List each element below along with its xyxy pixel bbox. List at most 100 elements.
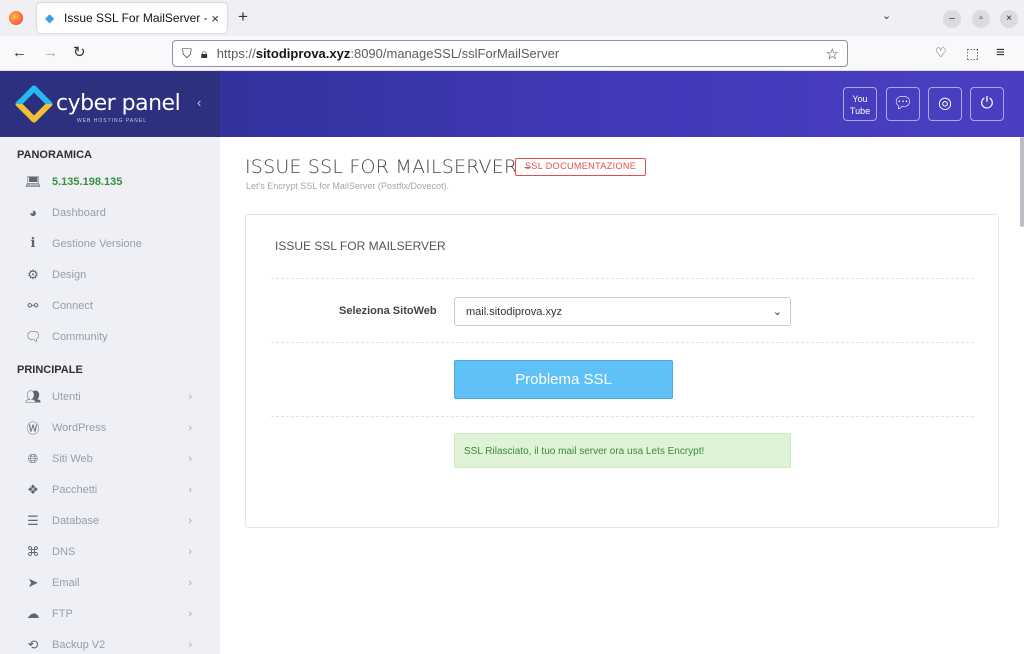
sidebar: PANORAMICA 💻︎ 5.135.198.135 ◕ Dashboard … bbox=[0, 137, 220, 654]
minimize-icon[interactable]: – bbox=[943, 10, 961, 28]
bookmark-star-icon[interactable]: ☆ bbox=[826, 45, 839, 63]
support-icon[interactable]: ◎ bbox=[928, 87, 962, 121]
laptop-icon: 💻︎ bbox=[25, 173, 42, 189]
info-icon: i bbox=[30, 236, 36, 251]
window-close-icon[interactable]: × bbox=[1000, 10, 1018, 28]
sidebar-item-connect[interactable]: ⚯ Connect bbox=[0, 290, 220, 321]
sidebar-item-backup-v2[interactable]: ⟲ Backup V2 › bbox=[0, 629, 220, 654]
sidebar-item-dashboard[interactable]: ◕ Dashboard bbox=[0, 197, 220, 228]
lock-icon[interactable]: 🔒︎ bbox=[201, 46, 208, 62]
browser-tab-bar: ◆ Issue SSL For MailServer - × + ⌄ – ▫ × bbox=[0, 0, 1024, 36]
sidebar-item-label: Community bbox=[52, 330, 108, 343]
issue-ssl-card: ISSUE SSL FOR MAILSERVER Seleziona SitoW… bbox=[245, 214, 999, 528]
page-scrollbar[interactable] bbox=[1020, 137, 1024, 227]
browser-nav-bar: ← → ↻ ⛉ 🔒︎ https://sitodiprova.xyz:8090/… bbox=[0, 36, 1024, 71]
sidebar-item-community[interactable]: 🗨︎ Community bbox=[0, 321, 220, 352]
chevron-right-icon: › bbox=[188, 421, 192, 434]
server-ip: 5.135.198.135 bbox=[52, 175, 123, 188]
url-bar[interactable]: ⛉ 🔒︎ https://sitodiprova.xyz:8090/manage… bbox=[172, 40, 848, 67]
sidebar-item-dns[interactable]: ⌘ DNS › bbox=[0, 536, 220, 567]
sidebar-item-label: Pacchetti bbox=[52, 483, 98, 496]
brand-name: cyber panel bbox=[56, 91, 181, 116]
menu-icon[interactable]: ≡ bbox=[996, 44, 1005, 62]
chevron-right-icon: › bbox=[188, 514, 192, 527]
sidebar-item-email[interactable]: ➤ Email › bbox=[0, 567, 220, 598]
chevron-right-icon: › bbox=[188, 607, 192, 620]
backup-icon: ⟲ bbox=[27, 636, 39, 652]
chevron-down-icon: ⌄ bbox=[772, 306, 782, 318]
cyberpanel-logo-icon bbox=[14, 84, 54, 124]
chevron-right-icon: › bbox=[188, 452, 192, 465]
comments-icon: 🗨︎ bbox=[25, 328, 42, 344]
page: cyber panel WEB HOSTING PANEL ‹ You Tube … bbox=[0, 71, 1024, 654]
sidebar-item-label: FTP bbox=[52, 607, 73, 620]
sidebar-item-label: DNS bbox=[52, 545, 76, 558]
chevron-right-icon: › bbox=[188, 545, 192, 558]
sidebar-item-pacchetti[interactable]: ❖ Pacchetti › bbox=[0, 474, 220, 505]
sidebar-item-database[interactable]: ☰ Database › bbox=[0, 505, 220, 536]
select-website-label: Seleziona SitoWeb bbox=[339, 305, 437, 317]
sidebar-item-utenti[interactable]: 👥︎ Utenti › bbox=[0, 381, 220, 412]
users-icon: 👥︎ bbox=[25, 388, 42, 404]
chevron-right-icon: › bbox=[188, 483, 192, 496]
section-principale: PRINCIPALE bbox=[17, 364, 83, 376]
sidebar-item-label: Connect bbox=[52, 299, 93, 312]
selected-website: mail.sitodiprova.xyz bbox=[466, 306, 562, 318]
back-icon[interactable]: ← bbox=[12, 44, 27, 62]
sidebar-item-wordpress[interactable]: Ⓦ WordPress › bbox=[0, 412, 220, 443]
shield-icon[interactable]: ⛉ bbox=[182, 46, 192, 62]
browser-tab[interactable]: ◆ Issue SSL For MailServer - × bbox=[37, 3, 227, 33]
page-subtitle: Let's Encrypt SSL for MailServer (Postfi… bbox=[246, 181, 449, 191]
cloud-upload-icon: ☁ bbox=[26, 605, 40, 621]
close-tab-icon[interactable]: × bbox=[211, 11, 219, 26]
card-title: ISSUE SSL FOR MAILSERVER bbox=[275, 239, 446, 253]
sidebar-item-label: Database bbox=[52, 514, 100, 527]
divider bbox=[271, 342, 974, 343]
brand[interactable]: cyber panel WEB HOSTING PANEL ‹ bbox=[0, 71, 220, 137]
youtube-icon[interactable]: You Tube bbox=[843, 87, 877, 121]
section-panoramica: PANORAMICA bbox=[17, 149, 92, 161]
sidebar-collapse-icon[interactable]: ‹ bbox=[197, 95, 201, 110]
power-icon[interactable]: ⏻ bbox=[970, 87, 1004, 121]
pocket-icon[interactable]: ♡ bbox=[935, 44, 947, 62]
success-alert: SSL Rilasciato, il tuo mail server ora u… bbox=[454, 433, 791, 468]
gear-icon: ⚙ bbox=[27, 266, 39, 282]
issue-ssl-button[interactable]: Problema SSL bbox=[454, 360, 673, 399]
chevron-right-icon: › bbox=[188, 576, 192, 589]
sidebar-item-label: Design bbox=[52, 268, 87, 281]
sitemap-icon: ⌘ bbox=[26, 543, 40, 559]
list-tabs-icon[interactable]: ⌄ bbox=[882, 9, 891, 22]
sidebar-item-label: Email bbox=[52, 576, 80, 589]
divider bbox=[271, 278, 974, 279]
wordpress-icon: Ⓦ bbox=[26, 421, 40, 436]
sidebar-item-label: Dashboard bbox=[52, 206, 106, 219]
firefox-icon[interactable] bbox=[9, 11, 23, 25]
sidebar-item-label: Utenti bbox=[52, 390, 81, 403]
chevron-right-icon: › bbox=[188, 638, 192, 651]
divider bbox=[271, 416, 974, 417]
restore-icon[interactable]: ▫ bbox=[972, 10, 990, 28]
tab-title: Issue SSL For MailServer - bbox=[64, 11, 208, 25]
forward-icon[interactable]: → bbox=[43, 44, 58, 62]
website-select[interactable]: mail.sitodiprova.xyz ⌄ bbox=[454, 297, 791, 326]
chat-icon[interactable]: 💬︎ bbox=[886, 87, 920, 121]
extensions-icon[interactable]: ⬚ bbox=[966, 44, 979, 62]
new-tab-button[interactable]: + bbox=[238, 8, 248, 26]
url-text[interactable]: https://sitodiprova.xyz:8090/manageSSL/s… bbox=[217, 46, 560, 61]
dashboard-icon: ◕ bbox=[29, 205, 37, 220]
sidebar-item-ip[interactable]: 💻︎ 5.135.198.135 bbox=[0, 166, 220, 197]
sidebar-item-gestione-versione[interactable]: i Gestione Versione bbox=[0, 228, 220, 259]
database-icon: ☰ bbox=[27, 512, 39, 528]
top-header: cyber panel WEB HOSTING PANEL ‹ You Tube … bbox=[0, 71, 1024, 137]
sidebar-item-design[interactable]: ⚙ Design bbox=[0, 259, 220, 290]
paper-plane-icon: ➤ bbox=[27, 574, 39, 590]
sidebar-item-label: WordPress bbox=[52, 421, 107, 434]
page-title: ISSUE SSL FOR MAILSERVER - bbox=[245, 156, 531, 178]
sidebar-item-ftp[interactable]: ☁ FTP › bbox=[0, 598, 220, 629]
sidebar-item-label: Gestione Versione bbox=[52, 237, 142, 250]
sidebar-item-siti-web[interactable]: 🌐︎ Siti Web › bbox=[0, 443, 220, 474]
globe-icon: 🌐︎ bbox=[27, 450, 39, 466]
ssl-documentation-link[interactable]: SSL DOCUMENTAZIONE bbox=[515, 158, 647, 176]
reload-icon[interactable]: ↻ bbox=[73, 44, 86, 62]
cyberpanel-favicon-icon: ◆ bbox=[45, 11, 55, 25]
